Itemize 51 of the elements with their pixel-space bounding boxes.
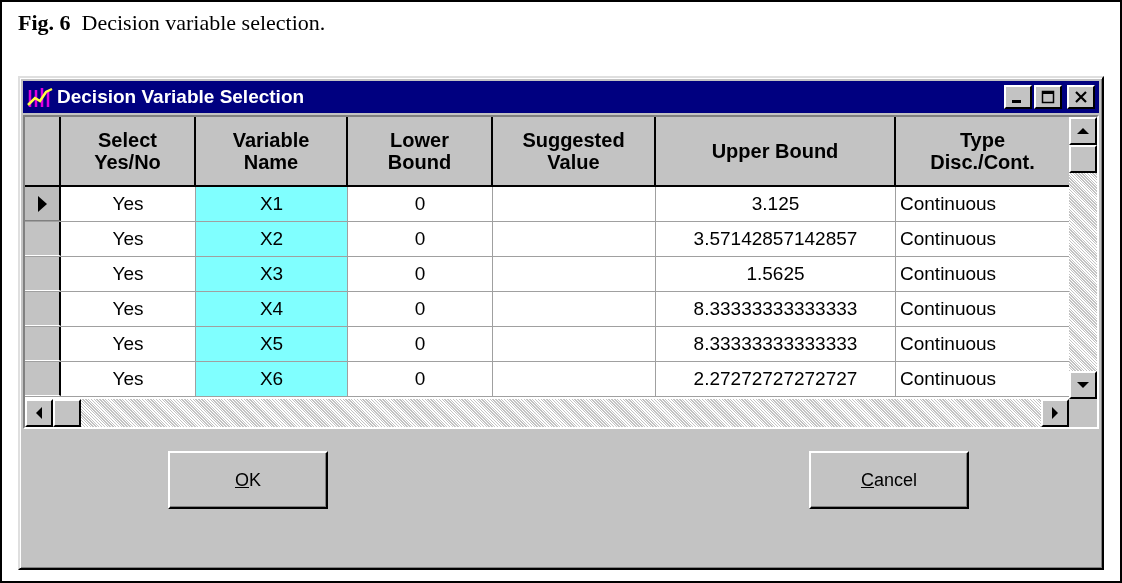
scrollbar-corner: [1069, 399, 1097, 427]
table-cell: 8.33333333333333: [656, 327, 896, 361]
row-header[interactable]: [25, 257, 61, 291]
column-header[interactable]: Select Yes/No: [61, 117, 196, 185]
table-cell: X5: [196, 327, 348, 361]
scroll-up-button[interactable]: [1069, 117, 1097, 145]
table-cell: 0: [348, 362, 493, 396]
column-header[interactable]: Variable Name: [196, 117, 348, 185]
table-cell: 1.5625: [656, 257, 896, 291]
column-header[interactable]: Type Disc./Cont.: [896, 117, 1069, 185]
table-cell: X6: [196, 362, 348, 396]
scroll-left-button[interactable]: [25, 399, 53, 427]
table-cell: X4: [196, 292, 348, 326]
table-cell: X3: [196, 257, 348, 291]
scroll-thumb[interactable]: [1069, 145, 1097, 173]
horizontal-scrollbar[interactable]: [25, 399, 1069, 427]
ok-button[interactable]: OK: [168, 451, 328, 509]
table-cell: 0: [348, 327, 493, 361]
table-cell: 0: [348, 222, 493, 256]
maximize-icon: [1041, 90, 1055, 104]
column-header[interactable]: Suggested Value: [493, 117, 656, 185]
close-button[interactable]: [1067, 85, 1095, 109]
table-cell: 8.33333333333333: [656, 292, 896, 326]
chart-icon: [27, 86, 53, 108]
minimize-icon: [1012, 100, 1021, 103]
figure-caption: Fig. 6 Decision variable selection.: [18, 10, 326, 35]
table-cell: 0: [348, 187, 493, 221]
table-cell: 0: [348, 257, 493, 291]
row-header[interactable]: [25, 187, 61, 221]
column-header[interactable]: Lower Bound: [348, 117, 493, 185]
table-cell: X2: [196, 222, 348, 256]
window-title: Decision Variable Selection: [57, 86, 306, 108]
scroll-right-button[interactable]: [1041, 399, 1069, 427]
row-header[interactable]: [25, 362, 61, 396]
scroll-down-button[interactable]: [1069, 371, 1097, 399]
cancel-button[interactable]: Cancel: [809, 451, 969, 509]
table-cell: X1: [196, 187, 348, 221]
row-header[interactable]: [25, 222, 61, 256]
row-header[interactable]: [25, 327, 61, 361]
vertical-scrollbar[interactable]: [1069, 117, 1097, 399]
column-header[interactable]: Upper Bound: [656, 117, 896, 185]
scroll-thumb[interactable]: [53, 399, 81, 427]
table-cell: 3.57142857142857: [656, 222, 896, 256]
close-icon: [1074, 90, 1088, 104]
row-header[interactable]: [25, 292, 61, 326]
table-cell: 0: [348, 292, 493, 326]
minimize-button[interactable]: [1004, 85, 1032, 109]
table-cell: 3.125: [656, 187, 896, 221]
maximize-button[interactable]: [1034, 85, 1062, 109]
table-cell: 2.27272727272727: [656, 362, 896, 396]
current-row-icon: [37, 195, 47, 212]
